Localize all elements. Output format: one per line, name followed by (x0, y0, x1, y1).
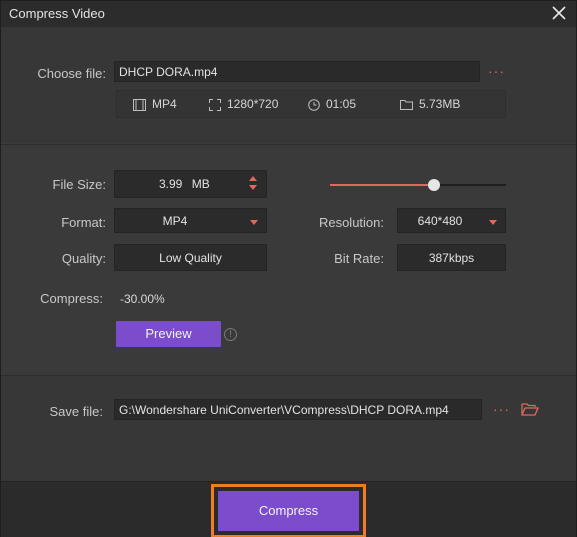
close-button[interactable] (550, 4, 568, 22)
resolution-select[interactable]: 640*480 (397, 208, 506, 233)
file-size-original-value: 5.73MB (419, 97, 461, 111)
save-file-more-button[interactable]: ··· (493, 402, 510, 416)
bitrate-label: Bit Rate: (334, 251, 384, 266)
resolution-label: Resolution: (318, 215, 384, 230)
quality-select[interactable]: Low Quality (114, 244, 267, 271)
save-file-value: G:\Wondershare UniConverter\VCompress\DH… (119, 403, 449, 417)
file-size-value: 3.99 (159, 177, 183, 191)
quality-value: Low Quality (159, 251, 222, 265)
clock-icon (308, 99, 320, 111)
bitrate-field[interactable]: 387kbps (397, 244, 506, 271)
open-folder-button[interactable] (521, 402, 539, 421)
file-size-stepper-arrows[interactable] (248, 176, 258, 194)
decrease-icon[interactable] (249, 185, 257, 190)
format-select[interactable]: MP4 (114, 208, 267, 233)
resolution-value: 640*480 (417, 214, 463, 228)
file-resolution-value: 1280*720 (227, 97, 279, 111)
file-size-slider[interactable] (330, 179, 506, 191)
info-icon[interactable]: ! (224, 328, 237, 341)
format-value: MP4 (162, 214, 188, 228)
compress-ratio-value: -30.00% (120, 292, 165, 306)
file-size-label: File Size: (52, 177, 106, 192)
file-duration-value: 01:05 (326, 97, 357, 111)
source-section (1, 27, 576, 143)
compress-ratio-label: Compress: (40, 291, 103, 306)
choose-file-more-button[interactable]: ··· (488, 64, 505, 78)
window-title: Compress Video (9, 6, 105, 21)
title-bar: Compress Video (1, 1, 576, 28)
output-section (1, 375, 576, 482)
file-info-bar: MP4 1280*720 01:05 5.73MB (116, 90, 506, 118)
resolution-icon (209, 98, 221, 111)
increase-icon[interactable] (249, 176, 257, 181)
preview-button[interactable]: Preview (116, 321, 221, 347)
save-file-label: Save file: (49, 404, 103, 419)
file-size-unit: MB (191, 177, 210, 191)
save-file-field[interactable]: G:\Wondershare UniConverter\VCompress\DH… (114, 399, 482, 420)
file-size-slider-fill (330, 184, 434, 186)
file-size-stepper[interactable]: 3.99 MB (114, 170, 267, 198)
bitrate-value: 387kbps (428, 251, 475, 265)
file-size-slider-thumb[interactable] (427, 179, 440, 191)
chevron-down-icon (489, 220, 497, 225)
quality-label: Quality: (61, 251, 106, 266)
close-icon (552, 6, 566, 20)
compress-video-window: Compress Video Choose file: DHCP DORA.mp… (0, 0, 577, 537)
compress-button[interactable]: Compress (218, 491, 359, 531)
format-label: Format: (61, 215, 106, 230)
choose-file-label: Choose file: (37, 66, 106, 81)
open-folder-icon (521, 403, 539, 416)
folder-icon (400, 100, 413, 111)
film-icon (133, 98, 146, 111)
chevron-down-icon (250, 220, 258, 225)
choose-file-field[interactable]: DHCP DORA.mp4 (114, 61, 480, 82)
file-format-value: MP4 (152, 97, 177, 111)
choose-file-value: DHCP DORA.mp4 (119, 65, 218, 79)
